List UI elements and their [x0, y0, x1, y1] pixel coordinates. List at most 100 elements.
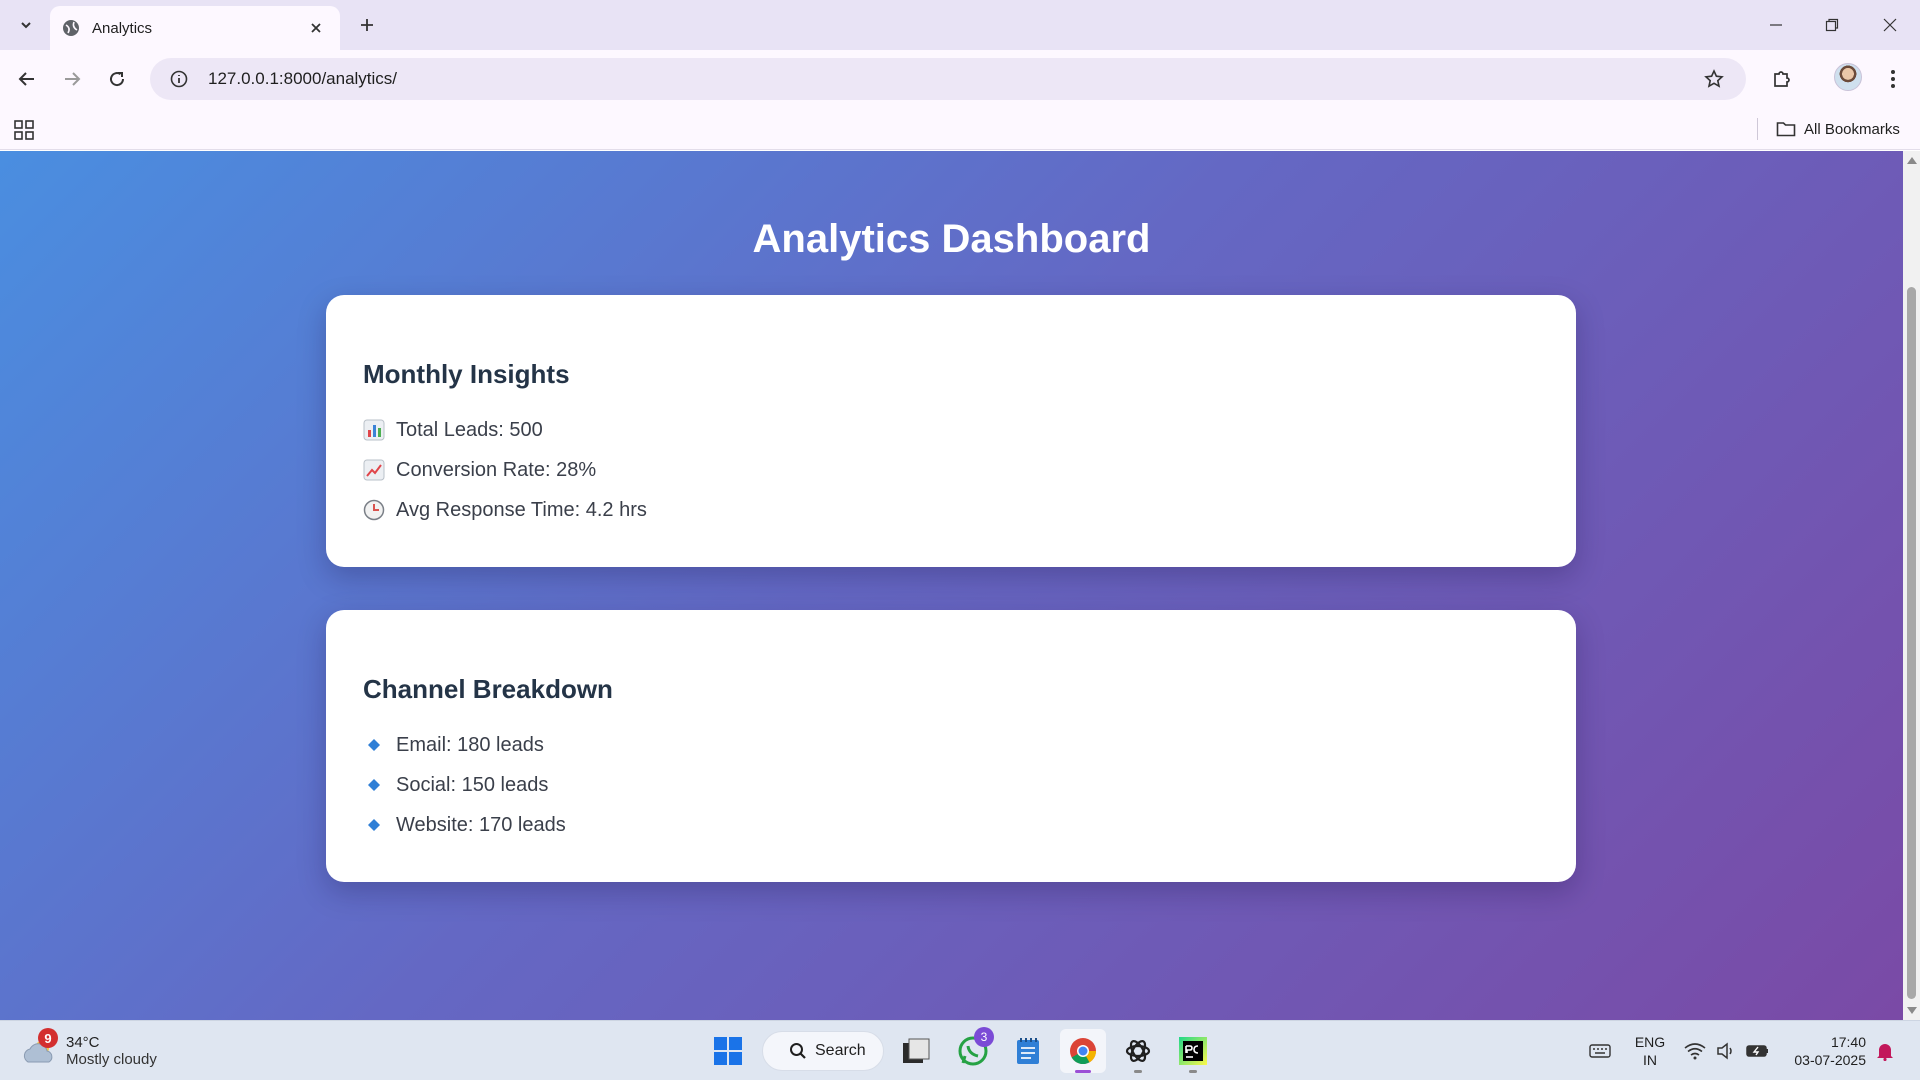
list-item-text: Email: 180 leads — [396, 733, 544, 756]
bell-icon — [1877, 1044, 1893, 1061]
openai-icon — [1125, 1040, 1151, 1062]
active-app-indicator — [1075, 1070, 1091, 1073]
chevron-down-icon — [21, 22, 31, 29]
scrollbar-thumb[interactable] — [1907, 287, 1916, 999]
tab-strip: Analytics — [0, 0, 1920, 50]
start-button[interactable] — [705, 1029, 751, 1073]
cloud-icon: 9 — [20, 1028, 58, 1068]
weather-description: Mostly cloudy — [66, 1051, 157, 1068]
site-info-icon[interactable] — [168, 68, 190, 90]
whatsapp-badge: 3 — [974, 1027, 994, 1047]
page-title: Analytics Dashboard — [752, 217, 1151, 261]
restore-icon — [1825, 18, 1839, 32]
scroll-down-arrow-icon[interactable] — [1907, 1007, 1917, 1014]
clock-date: 03-07-2025 — [1794, 1052, 1866, 1068]
blue-diamond-icon — [363, 774, 385, 796]
windows-taskbar: 9 34°C Mostly cloudy Search 3 ENG IN 17:… — [0, 1020, 1920, 1080]
whatsapp-button[interactable]: 3 — [950, 1027, 996, 1073]
tab-search-button[interactable] — [10, 10, 42, 40]
battery-charging-icon — [1746, 1045, 1768, 1057]
folder-icon — [1776, 122, 1796, 137]
restore-button[interactable] — [1808, 8, 1856, 42]
close-icon — [1883, 18, 1897, 32]
notepad-button[interactable] — [1005, 1029, 1051, 1073]
notepad-icon — [1017, 1038, 1039, 1064]
list-item: Conversion Rate: 28% — [363, 450, 1539, 490]
channel-list: Email: 180 leads Social: 150 leads Websi… — [363, 725, 1539, 845]
list-item-text: Social: 150 leads — [396, 773, 549, 796]
close-icon — [311, 23, 321, 33]
extensions-button[interactable] — [1765, 62, 1799, 96]
card-title: Monthly Insights — [363, 359, 570, 389]
bar-chart-icon — [363, 419, 385, 441]
wifi-icon — [1684, 1043, 1706, 1060]
clock-icon — [363, 499, 385, 521]
bookmarks-separator — [1757, 118, 1758, 140]
globe-icon — [63, 20, 79, 36]
pycharm-icon — [1179, 1037, 1207, 1065]
pycharm-button[interactable] — [1170, 1029, 1216, 1073]
bookmark-star-icon[interactable] — [1700, 65, 1728, 93]
list-item-text: Avg Response Time: 4.2 hrs — [396, 498, 647, 521]
forward-button[interactable] — [55, 62, 89, 96]
new-tab-button[interactable] — [352, 10, 382, 40]
volume-icon — [1717, 1042, 1732, 1060]
url-text[interactable]: 127.0.0.1:8000/analytics/ — [208, 69, 1700, 89]
weather-widget[interactable]: 9 34°C Mostly cloudy — [20, 1028, 157, 1073]
keyboard-button[interactable] — [1578, 1029, 1622, 1073]
weather-temperature: 34°C — [66, 1034, 100, 1051]
browser-menu-button[interactable] — [1876, 62, 1910, 96]
trend-up-icon — [363, 459, 385, 481]
tab-analytics[interactable]: Analytics — [50, 6, 340, 50]
running-app-indicator — [1189, 1070, 1197, 1073]
notifications-button[interactable] — [1870, 1029, 1900, 1073]
kebab-menu-icon — [1891, 70, 1895, 88]
reload-button[interactable] — [100, 62, 134, 96]
card-title: Channel Breakdown — [363, 674, 613, 704]
list-item: Avg Response Time: 4.2 hrs — [363, 490, 1539, 530]
list-item: Email: 180 leads — [363, 725, 1539, 765]
chatgpt-button[interactable] — [1115, 1029, 1161, 1073]
clock[interactable]: 17:40 03-07-2025 — [1780, 1033, 1866, 1069]
minimize-button[interactable] — [1752, 8, 1800, 42]
monthly-insights-card: Monthly Insights Total Leads: 500 Conver… — [326, 295, 1576, 567]
plus-icon — [361, 19, 373, 31]
list-item-text: Conversion Rate: 28% — [396, 458, 597, 481]
channel-breakdown-card: Channel Breakdown Email: 180 leads Socia… — [326, 610, 1576, 882]
task-view-icon — [903, 1038, 930, 1063]
all-bookmarks-button[interactable]: All Bookmarks — [1776, 116, 1900, 142]
language-code: ENG — [1634, 1034, 1666, 1050]
windows-logo-icon — [714, 1037, 742, 1065]
vertical-scrollbar[interactable] — [1903, 151, 1920, 1020]
scroll-up-arrow-icon[interactable] — [1907, 157, 1917, 164]
profile-avatar[interactable] — [1834, 63, 1862, 91]
keyboard-icon — [1589, 1044, 1611, 1058]
reload-icon — [110, 72, 125, 87]
all-bookmarks-label: All Bookmarks — [1804, 120, 1900, 138]
task-view-button[interactable] — [893, 1029, 939, 1073]
clock-time: 17:40 — [1830, 1034, 1866, 1050]
blue-diamond-icon — [363, 734, 385, 756]
address-bar[interactable]: 127.0.0.1:8000/analytics/ — [150, 58, 1746, 100]
bookmarks-bar: All Bookmarks — [0, 108, 1920, 150]
running-app-indicator — [1134, 1070, 1142, 1073]
taskbar-search[interactable]: Search — [762, 1031, 884, 1071]
list-item-text: Website: 170 leads — [396, 813, 566, 836]
puzzle-icon — [1774, 71, 1790, 87]
close-tab-button[interactable] — [304, 16, 328, 40]
list-item: Website: 170 leads — [363, 805, 1539, 845]
back-button[interactable] — [10, 62, 44, 96]
close-window-button[interactable] — [1866, 8, 1914, 42]
language-indicator[interactable]: ENG IN — [1630, 1033, 1670, 1069]
page-viewport: Analytics Dashboard Monthly Insights Tot… — [0, 151, 1903, 1020]
arrow-right-icon — [65, 72, 81, 86]
tab-title: Analytics — [92, 19, 153, 37]
weather-badge: 9 — [38, 1028, 58, 1048]
chrome-button[interactable] — [1060, 1029, 1106, 1073]
apps-grid-icon[interactable] — [12, 118, 36, 142]
list-item: Total Leads: 500 — [363, 410, 1539, 450]
list-item-text: Total Leads: 500 — [396, 418, 543, 441]
system-tray[interactable] — [1684, 1031, 1770, 1071]
list-item: Social: 150 leads — [363, 765, 1539, 805]
search-icon — [790, 1043, 806, 1059]
